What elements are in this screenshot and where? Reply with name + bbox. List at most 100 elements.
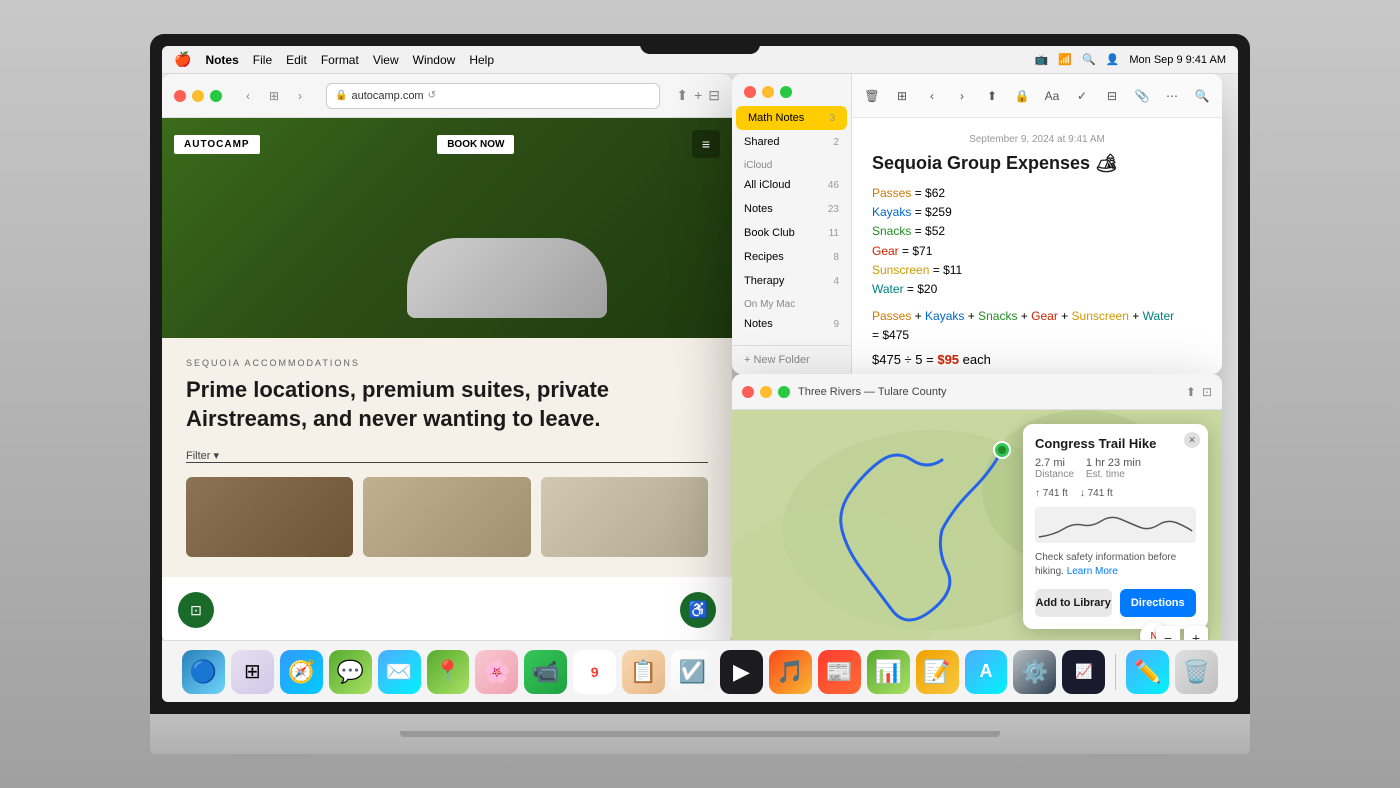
maximize-button[interactable] [210, 90, 222, 102]
menu-view[interactable]: View [373, 53, 399, 67]
dock-istat[interactable]: 📈 [1062, 650, 1105, 694]
address-bar[interactable]: 🔒 autocamp.com ↺ [326, 83, 660, 109]
dock-launchpad[interactable]: ⊞ [231, 650, 274, 694]
reload-icon[interactable]: ↺ [428, 90, 436, 101]
gear-equals: = [902, 244, 912, 258]
directions-button[interactable]: Directions [1120, 589, 1197, 617]
notes-minimize-button[interactable] [762, 86, 774, 98]
add-to-library-button[interactable]: Add to Library [1035, 589, 1112, 617]
maps-maximize-button[interactable] [778, 386, 790, 398]
dock-appstore[interactable]: A [965, 650, 1008, 694]
table-view-button[interactable]: ⊞ [890, 84, 914, 108]
hamburger-menu[interactable]: ≡ [692, 130, 720, 158]
presentation-button[interactable]: ⊡ [178, 592, 214, 628]
safari-actions: ⬆ + ⊟ [676, 87, 720, 104]
search-menubar-icon[interactable]: 🔍 [1082, 53, 1096, 66]
notes-item-therapy[interactable]: Therapy 4 [732, 269, 851, 293]
property-card-1[interactable] [186, 477, 353, 557]
more-options-button[interactable]: ⋯ [1160, 84, 1184, 108]
dock-photos[interactable]: 🌸 [475, 650, 518, 694]
dock-facetime[interactable]: 📹 [524, 650, 567, 694]
menu-edit[interactable]: Edit [286, 53, 307, 67]
dock-appletv[interactable]: ▶ [720, 650, 763, 694]
wifi-icon[interactable]: 📶 [1058, 53, 1072, 66]
dock-system-prefs[interactable]: ⚙️ [1013, 650, 1056, 694]
notes-item-mac-notes[interactable]: Notes 9 [732, 312, 851, 336]
notes-item-recipes[interactable]: Recipes 8 [732, 245, 851, 269]
user-icon[interactable]: 👤 [1106, 53, 1120, 66]
prev-note-button[interactable]: ‹ [920, 84, 944, 108]
zoom-minus-button[interactable]: − [1156, 626, 1180, 640]
format-text-button[interactable]: Aa [1040, 84, 1064, 108]
control-center-icon[interactable]: 📺 [1035, 53, 1049, 66]
maps-content: ✕ Congress Trail Hike 2.7 mi Distance 1 … [732, 410, 1222, 640]
dock-mail[interactable]: ✉️ [378, 650, 421, 694]
back-button[interactable]: ‹ [238, 86, 258, 106]
dock-contacts[interactable]: 📋 [622, 650, 665, 694]
menu-file[interactable]: File [253, 53, 272, 67]
close-button[interactable] [174, 90, 186, 102]
filter-link[interactable]: Filter ▾ [186, 449, 708, 463]
tab-grid-icon[interactable]: ⊞ [264, 86, 284, 106]
dock-messages[interactable]: 💬 [329, 650, 372, 694]
maps-close-button[interactable] [742, 386, 754, 398]
next-note-button[interactable]: › [950, 84, 974, 108]
pages-icon: 📝 [923, 659, 950, 685]
grid-button[interactable]: ⊟ [1100, 84, 1124, 108]
sidebar-toggle-icon[interactable]: ⊟ [708, 87, 720, 104]
learn-more-link[interactable]: Learn More [1067, 566, 1118, 577]
property-card-3[interactable] [541, 477, 708, 557]
notes-maximize-button[interactable] [780, 86, 792, 98]
accessibility-button[interactable]: ♿ [680, 592, 716, 628]
notes-item-notes[interactable]: Notes 23 [732, 197, 851, 221]
macos-desktop: 🍎 Notes File Edit Format View Window Hel… [162, 46, 1238, 702]
book-club-count: 11 [829, 228, 839, 239]
attachment-button[interactable]: 📎 [1130, 84, 1154, 108]
notes-item-math-notes[interactable]: Math Notes 3 [736, 106, 847, 130]
notes-item-all-icloud[interactable]: All iCloud 46 [732, 173, 851, 197]
dock-finder[interactable]: 🔵 [182, 650, 225, 694]
book-now-button[interactable]: BOOK NOW [437, 135, 514, 154]
maps-share-icon[interactable]: ⬆ [1186, 385, 1196, 399]
sum-passes: Passes [872, 309, 911, 323]
dock-maps[interactable]: 📍 [427, 650, 470, 694]
minimize-button[interactable] [192, 90, 204, 102]
maps-fullscreen-icon[interactable]: ⊡ [1202, 385, 1212, 399]
safari-content: AUTOCAMP BOOK NOW ≡ SEQUOIA ACCOMMODATIO… [162, 118, 732, 640]
new-folder-button[interactable]: + New Folder [732, 345, 851, 374]
apple-menu[interactable]: 🍎 [174, 51, 191, 68]
passes-equals: = [915, 186, 925, 200]
forward-button[interactable]: › [290, 86, 310, 106]
notes-sidebar: Math Notes 3 Shared 2 iCloud All iCloud [732, 74, 852, 374]
menu-notes[interactable]: Notes [205, 53, 238, 67]
dock-calendar[interactable]: 9 [573, 650, 616, 694]
lock-icon: 🔒 [335, 90, 347, 101]
new-tab-icon[interactable]: + [694, 87, 702, 104]
dock-freeform[interactable]: ✏️ [1126, 650, 1169, 694]
menu-help[interactable]: Help [469, 53, 494, 67]
share-note-button[interactable]: ⬆ [980, 84, 1004, 108]
notes-item-book-club[interactable]: Book Club 11 [732, 221, 851, 245]
dock-news[interactable]: 📰 [818, 650, 861, 694]
zoom-plus-button[interactable]: + [1184, 626, 1208, 640]
notes-close-button[interactable] [744, 86, 756, 98]
dock-safari[interactable]: 🧭 [280, 650, 323, 694]
menu-format[interactable]: Format [321, 53, 359, 67]
menu-window[interactable]: Window [413, 53, 456, 67]
checklist-button[interactable]: ✓ [1070, 84, 1094, 108]
property-card-2[interactable] [363, 477, 530, 557]
card-close-button[interactable]: ✕ [1184, 432, 1200, 448]
card-action-buttons: Add to Library Directions [1035, 589, 1196, 617]
dock-music[interactable]: 🎵 [769, 650, 812, 694]
dock-trash[interactable]: 🗑️ [1175, 650, 1218, 694]
dock-pages[interactable]: 📝 [916, 650, 959, 694]
notes-search-button[interactable]: 🔍 [1190, 84, 1214, 108]
maps-minimize-button[interactable] [760, 386, 772, 398]
dock-reminders[interactable]: ☑️ [671, 650, 714, 694]
delete-note-button[interactable]: 🗑 [860, 84, 884, 108]
dock-numbers[interactable]: 📊 [867, 650, 910, 694]
notes-item-shared[interactable]: Shared 2 [732, 130, 851, 154]
airstream-illustration [407, 238, 607, 318]
share-icon[interactable]: ⬆ [676, 87, 688, 104]
lock-note-button[interactable]: 🔒 [1010, 84, 1034, 108]
